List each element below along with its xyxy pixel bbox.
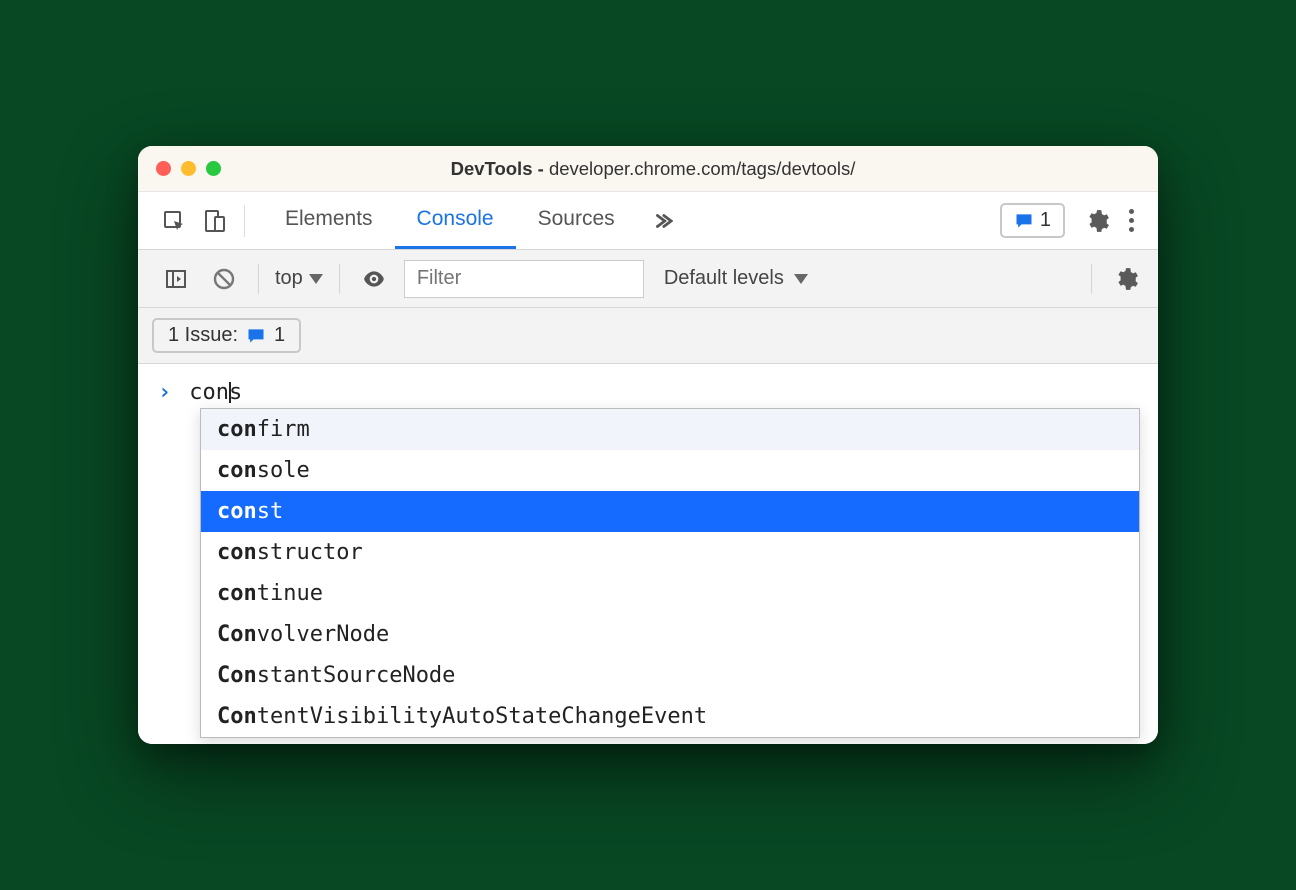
close-window-button[interactable]: [156, 161, 171, 176]
more-tabs-button[interactable]: [641, 210, 683, 232]
issues-pill[interactable]: 1 Issue: 1: [152, 318, 301, 353]
message-icon: [1014, 211, 1034, 231]
clear-console-icon[interactable]: [206, 261, 242, 297]
separator: [339, 264, 340, 294]
window-title: DevTools - developer.chrome.com/tags/dev…: [221, 158, 1085, 180]
tab-elements[interactable]: Elements: [263, 192, 395, 249]
filter-input[interactable]: [404, 260, 644, 298]
device-toolbar-icon[interactable]: [196, 203, 232, 239]
autocomplete-popup: confirmconsoleconstconstructorcontinueCo…: [200, 408, 1140, 738]
issues-count: 1: [274, 324, 285, 347]
toggle-sidebar-icon[interactable]: [158, 261, 194, 297]
issues-label: 1 Issue:: [168, 324, 238, 347]
levels-label: Default levels: [664, 267, 784, 290]
tab-sources[interactable]: Sources: [516, 192, 637, 249]
console-input-text[interactable]: cons: [189, 380, 242, 405]
console-toolbar: top Default levels: [138, 250, 1158, 308]
autocomplete-item[interactable]: ContentVisibilityAutoStateChangeEvent: [201, 696, 1139, 737]
separator: [258, 264, 259, 294]
prompt-chevron-icon: ›: [158, 380, 171, 405]
titlebar: DevTools - developer.chrome.com/tags/dev…: [138, 146, 1158, 192]
issues-badge-count: 1: [1040, 209, 1051, 232]
chevron-down-icon: [794, 274, 808, 284]
console-area: › cons confirmconsoleconstconstructorcon…: [138, 364, 1158, 744]
log-levels-selector[interactable]: Default levels: [664, 267, 808, 290]
console-prompt[interactable]: › cons: [138, 378, 1158, 407]
issues-badge[interactable]: 1: [1000, 203, 1065, 238]
autocomplete-item[interactable]: confirm: [201, 409, 1139, 450]
more-options-button[interactable]: [1119, 209, 1144, 232]
devtools-window: DevTools - developer.chrome.com/tags/dev…: [138, 146, 1158, 744]
autocomplete-item[interactable]: const: [201, 491, 1139, 532]
tab-console[interactable]: Console: [395, 192, 516, 249]
panel-tabs: Elements Console Sources: [263, 192, 637, 249]
separator: [1091, 264, 1092, 294]
zoom-window-button[interactable]: [206, 161, 221, 176]
execution-context-selector[interactable]: top: [275, 267, 323, 290]
window-title-prefix: DevTools -: [451, 158, 549, 179]
message-icon: [246, 326, 266, 346]
autocomplete-item[interactable]: continue: [201, 573, 1139, 614]
context-label: top: [275, 267, 303, 290]
console-settings-button[interactable]: [1108, 261, 1144, 297]
chevron-down-icon: [309, 274, 323, 284]
live-expression-icon[interactable]: [356, 261, 392, 297]
settings-button[interactable]: [1079, 203, 1115, 239]
autocomplete-item[interactable]: ConstantSourceNode: [201, 655, 1139, 696]
minimize-window-button[interactable]: [181, 161, 196, 176]
inspect-element-icon[interactable]: [156, 203, 192, 239]
autocomplete-item[interactable]: console: [201, 450, 1139, 491]
autocomplete-item[interactable]: ConvolverNode: [201, 614, 1139, 655]
separator: [244, 205, 245, 237]
window-title-url: developer.chrome.com/tags/devtools/: [549, 158, 855, 179]
traffic-lights: [156, 161, 221, 176]
autocomplete-item[interactable]: constructor: [201, 532, 1139, 573]
issues-row: 1 Issue: 1: [138, 308, 1158, 364]
main-tabbar: Elements Console Sources 1: [138, 192, 1158, 250]
